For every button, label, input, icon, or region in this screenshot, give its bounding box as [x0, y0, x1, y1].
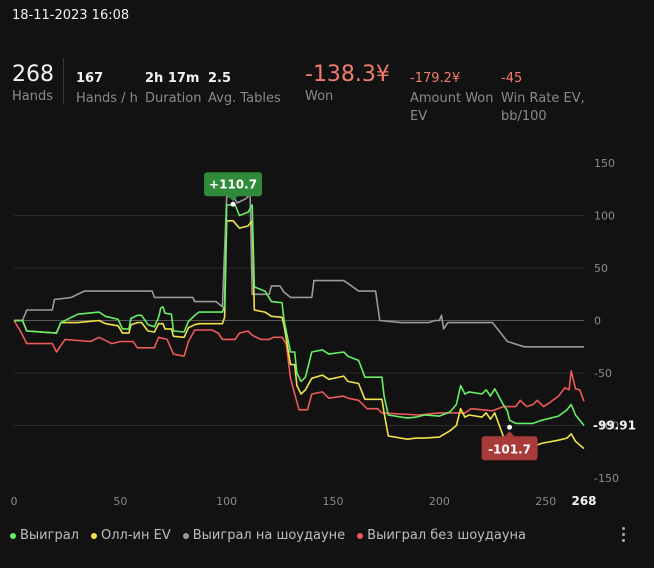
x-tick-label: 200 [429, 495, 450, 508]
stat-win-rate-ev: -45 Win Rate EV, bb/100 [501, 70, 585, 126]
stat-amount-won-ev: -179.2¥ Amount Won EV [410, 70, 494, 126]
session-winnings-chart: 150100500-50-100-1500 50 100 150 200 250 268+1… [11, 157, 636, 508]
stat-won-label: Won [305, 89, 334, 104]
stat-amount-won-ev-label: Amount Won EV [410, 90, 494, 126]
y-tick-label: 0 [594, 315, 601, 328]
stat-duration-value: 2h 17m [145, 71, 200, 86]
legend-item-allin-ev[interactable]: Олл-ин EV [91, 528, 171, 543]
legend-dot-non-showdown [357, 532, 364, 539]
trough-marker [507, 424, 513, 430]
stat-duration: 2h 17m Duration [145, 70, 201, 108]
legend-label-non-showdown: Выиграл без шоудауна [367, 528, 526, 543]
legend-item-showdown[interactable]: Выиграл на шоудауне [182, 528, 346, 543]
stat-duration-label: Duration [145, 91, 202, 106]
trough-tooltip-label: -101.7 [488, 442, 531, 456]
stat-hands: 268 Hands [12, 62, 54, 106]
stat-hands-per-hour-value: 167 [76, 71, 104, 86]
stat-win-rate-ev-value: -45 [501, 71, 523, 86]
chart-legend: Выиграл Олл-ин EV Выиграл на шоудауне Вы… [10, 528, 526, 543]
x-tick-label: 0 [11, 495, 18, 508]
legend-label-allin-ev: Олл-ин EV [101, 528, 171, 543]
stat-hands-label: Hands [12, 89, 54, 104]
series-line [14, 220, 585, 450]
y-tick-label: 50 [594, 262, 608, 275]
x-tick-label: 100 [216, 495, 237, 508]
peak-marker [230, 201, 236, 207]
stat-amount-won-ev-label-2: EV [410, 109, 428, 124]
x-max-label: 268 [571, 494, 596, 508]
x-tick-label: 50 [113, 495, 127, 508]
stat-win-rate-ev-label-1: Win Rate EV, [501, 91, 585, 106]
stat-win-rate-ev-label: Win Rate EV, bb/100 [501, 90, 585, 126]
legend-dot-showdown [182, 532, 189, 539]
stat-avg-tables: 2.5 Avg. Tables [208, 70, 281, 108]
series-line [14, 204, 585, 426]
legend-dot-allin-ev [91, 532, 97, 539]
legend-label-showdown: Выиграл на шоудауне [192, 528, 346, 543]
stat-won-value: -138.3¥ [305, 62, 390, 87]
series-line [13, 320, 585, 416]
legend-item-won[interactable]: Выиграл [10, 528, 79, 543]
stat-avg-tables-value: 2.5 [208, 71, 232, 86]
stat-win-rate-ev-label-2: bb/100 [501, 109, 547, 124]
legend-label-won: Выиграл [20, 528, 79, 543]
stats-divider [63, 58, 64, 104]
stat-hands-per-hour: 167 Hands / h [76, 70, 138, 108]
y-tick-label: 100 [594, 210, 615, 223]
series-line [14, 193, 584, 348]
session-datetime: 18-11-2023 16:08 [12, 8, 130, 23]
stat-amount-won-ev-value: -179.2¥ [410, 71, 461, 86]
y-tick-label: -50 [594, 367, 612, 380]
peak-tooltip-label: +110.7 [209, 177, 257, 191]
trough-tooltip-pointer [504, 431, 515, 437]
stat-avg-tables-label: Avg. Tables [208, 91, 281, 106]
end-value-label: -99.91 [593, 418, 636, 432]
x-tick-label: 250 [535, 495, 556, 508]
stat-won: -138.3¥ Won [305, 62, 390, 106]
x-tick-label: 150 [323, 495, 344, 508]
y-tick-label: -150 [594, 472, 619, 485]
more-options-icon[interactable] [616, 524, 630, 544]
legend-dot-won [10, 532, 16, 539]
legend-item-non-showdown[interactable]: Выиграл без шоудауна [357, 528, 526, 543]
stat-hands-value: 268 [12, 62, 54, 87]
stat-hands-per-hour-label: Hands / h [76, 91, 138, 106]
y-tick-label: 150 [594, 157, 615, 170]
stat-amount-won-ev-label-1: Amount Won [410, 91, 494, 106]
